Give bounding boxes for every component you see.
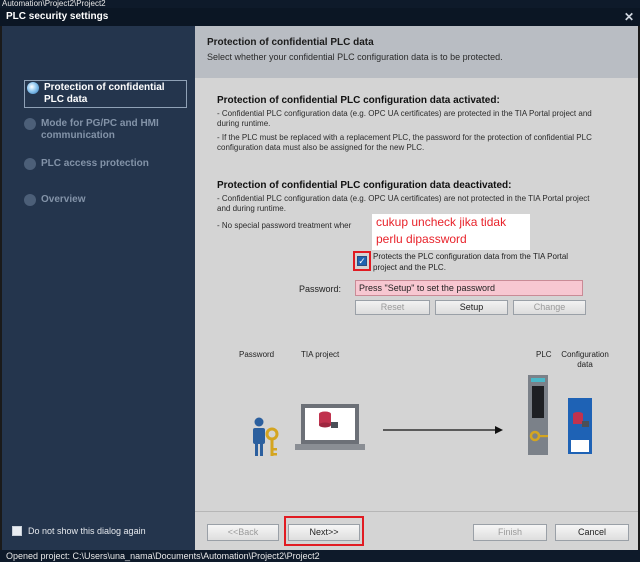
sidebar-item-overview[interactable]: Overview — [24, 194, 85, 206]
dialog-title-bar: PLC security settings ✕ — [0, 8, 640, 26]
step-icon — [24, 158, 36, 170]
sidebar-item-mode[interactable]: Mode for PG/PC and HMI communication — [24, 118, 184, 142]
back-button[interactable]: <<Back — [207, 524, 279, 541]
finish-button[interactable]: Finish — [473, 524, 547, 541]
annotation-note: cukup uncheck jika tidak perlu dipasswor… — [372, 214, 530, 250]
diagram-graphic — [253, 375, 592, 456]
protect-label: Protects the PLC configuration data from… — [373, 252, 569, 272]
cancel-button[interactable]: Cancel — [555, 524, 629, 541]
sidebar-item-label: Mode for PG/PC and HMI communication — [41, 118, 159, 141]
password-field[interactable] — [355, 280, 583, 296]
app-title-strip: Automation\Project2\Project2 — [0, 0, 640, 8]
sidebar-item-label: Overview — [41, 194, 86, 205]
wizard-sidebar: Protection of confidential PLC data Mode… — [2, 26, 195, 550]
laptop-icon — [295, 404, 365, 450]
diagram-tia-label: TIA project — [301, 350, 340, 359]
person-icon — [253, 417, 265, 456]
protect-option[interactable]: ✓ Protects the PLC configuration data fr… — [353, 251, 593, 273]
key-icon — [265, 427, 279, 456]
bottom-separator — [195, 511, 638, 512]
content-panel: Protection of confidential PLC data Sele… — [195, 26, 638, 550]
sidebar-item-label: PLC access protection — [41, 158, 149, 169]
sidebar-item-access-protection[interactable]: PLC access protection — [24, 158, 149, 170]
deactivated-title: Protection of confidential PLC configura… — [217, 180, 512, 191]
plc-icon — [528, 375, 548, 455]
content-header: Protection of confidential PLC data Sele… — [195, 26, 638, 78]
status-bar: Opened project: C:\Users\una_nama\Docume… — [0, 550, 640, 562]
diagram-password-label: Password — [239, 350, 275, 359]
dont-show-label: Do not show this dialog again — [28, 526, 146, 536]
reset-button[interactable]: Reset — [355, 300, 430, 315]
dont-show-checkbox[interactable] — [12, 526, 22, 536]
plc-security-dialog: Protection of confidential PLC data Mode… — [2, 26, 638, 550]
password-label: Password: — [299, 284, 342, 294]
step-icon — [24, 118, 36, 130]
activated-text-1: - Confidential PLC configuration data (e… — [217, 109, 592, 128]
config-data-icon — [568, 398, 592, 454]
active-step-icon — [27, 82, 39, 94]
dialog-title: PLC security settings — [6, 11, 109, 22]
setup-button[interactable]: Setup — [435, 300, 508, 315]
sidebar-item-protection[interactable]: Protection of confidential PLC data — [24, 80, 187, 108]
change-button[interactable]: Change — [513, 300, 586, 315]
step-icon — [24, 194, 36, 206]
deactivated-text-1: - Confidential PLC configuration data (e… — [217, 194, 590, 213]
page-title: Protection of confidential PLC data — [207, 37, 374, 48]
highlighted-checkbox-frame: ✓ — [353, 251, 371, 271]
activated-title: Protection of confidential PLC configura… — [217, 95, 500, 106]
diagram-plc-label: PLC — [536, 350, 552, 359]
close-icon[interactable]: ✕ — [624, 8, 634, 26]
activated-text-2: - If the PLC must be replaced with a rep… — [217, 133, 592, 152]
dont-show-again[interactable]: Do not show this dialog again — [12, 526, 146, 536]
page-subtitle: Select whether your confidential PLC con… — [207, 52, 503, 62]
protect-checkbox[interactable]: ✓ — [357, 256, 367, 266]
arrow-icon — [383, 426, 503, 434]
deactivated-text-2: - No special password treatment wher — [217, 221, 352, 230]
next-highlight-frame — [284, 516, 364, 546]
sidebar-item-label: Protection of confidential PLC data — [44, 82, 165, 105]
